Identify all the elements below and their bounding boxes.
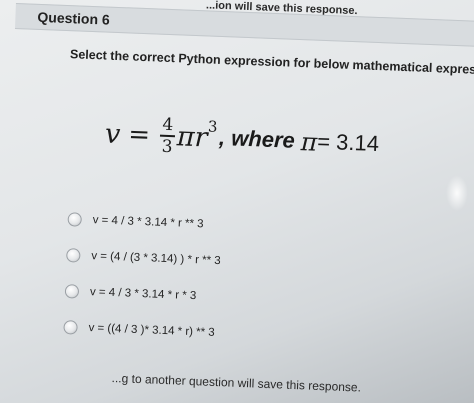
math-formula: v = 4 3 πr 3 , where π = 3.14 bbox=[104, 104, 380, 174]
option-label[interactable]: v = (4 / (3 * 3.14) ) * r ** 3 bbox=[91, 250, 221, 267]
formula-pi-symbol: π bbox=[300, 126, 318, 157]
answer-option-2[interactable]: v = (4 / (3 * 3.14) ) * r ** 3 bbox=[66, 237, 222, 279]
formula-pi-value: = 3.14 bbox=[316, 128, 380, 157]
formula-equals: = bbox=[127, 119, 151, 151]
save-notice-bottom: ...g to another question will save this … bbox=[111, 370, 362, 395]
quiz-screen: ...ion will save this response. Question… bbox=[0, 0, 474, 403]
formula-lhs: v bbox=[104, 118, 121, 150]
fraction-denominator: 3 bbox=[161, 136, 173, 157]
option-label[interactable]: v = 4 / 3 * 3.14 * r ** 3 bbox=[92, 214, 203, 230]
answer-option-4[interactable]: v = ((4 / 3 )* 3.14 * r) ** 3 bbox=[63, 309, 219, 351]
option-label[interactable]: v = 4 / 3 * 3.14 * r * 3 bbox=[90, 286, 197, 302]
answer-option-1[interactable]: v = 4 / 3 * 3.14 * r ** 3 bbox=[67, 201, 223, 243]
radio-button[interactable] bbox=[64, 284, 80, 299]
answer-options: v = 4 / 3 * 3.14 * r ** 3 v = (4 / (3 * … bbox=[63, 201, 223, 351]
question-prompt: Select the correct Python expression for… bbox=[69, 47, 474, 78]
fraction-numerator: 4 bbox=[160, 114, 176, 137]
question-title: Question 6 bbox=[37, 8, 111, 28]
formula-fraction: 4 3 bbox=[159, 114, 176, 157]
formula-exponent: 3 bbox=[207, 117, 218, 136]
answer-option-3[interactable]: v = 4 / 3 * 3.14 * r * 3 bbox=[64, 273, 220, 315]
option-label[interactable]: v = ((4 / 3 )* 3.14 * r) ** 3 bbox=[88, 322, 215, 339]
radio-button[interactable] bbox=[67, 212, 82, 227]
radio-button[interactable] bbox=[63, 320, 78, 335]
formula-pi-r: πr bbox=[176, 120, 209, 153]
formula-where: , where bbox=[218, 124, 296, 153]
radio-button[interactable] bbox=[66, 248, 81, 263]
screen-glare bbox=[446, 175, 468, 211]
